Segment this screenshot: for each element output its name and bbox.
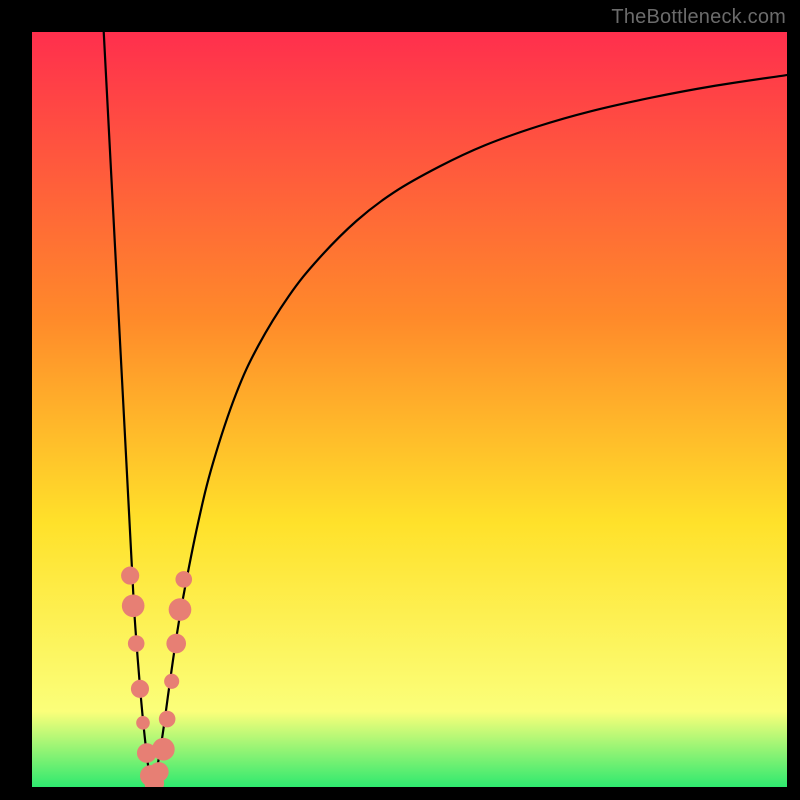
bottleneck-chart <box>32 32 787 787</box>
chart-frame: TheBottleneck.com <box>0 0 800 800</box>
data-marker <box>149 762 169 782</box>
data-marker <box>152 738 175 761</box>
data-marker <box>136 716 150 730</box>
data-marker <box>159 711 176 728</box>
data-marker <box>131 680 149 698</box>
data-marker <box>175 571 192 588</box>
data-marker <box>169 598 192 621</box>
plot-area <box>32 32 787 787</box>
data-marker <box>128 635 145 652</box>
gradient-background <box>32 32 787 787</box>
data-marker <box>122 594 145 617</box>
data-marker <box>166 634 186 654</box>
data-marker <box>121 567 139 585</box>
watermark-text: TheBottleneck.com <box>611 6 786 29</box>
data-marker <box>164 674 179 689</box>
